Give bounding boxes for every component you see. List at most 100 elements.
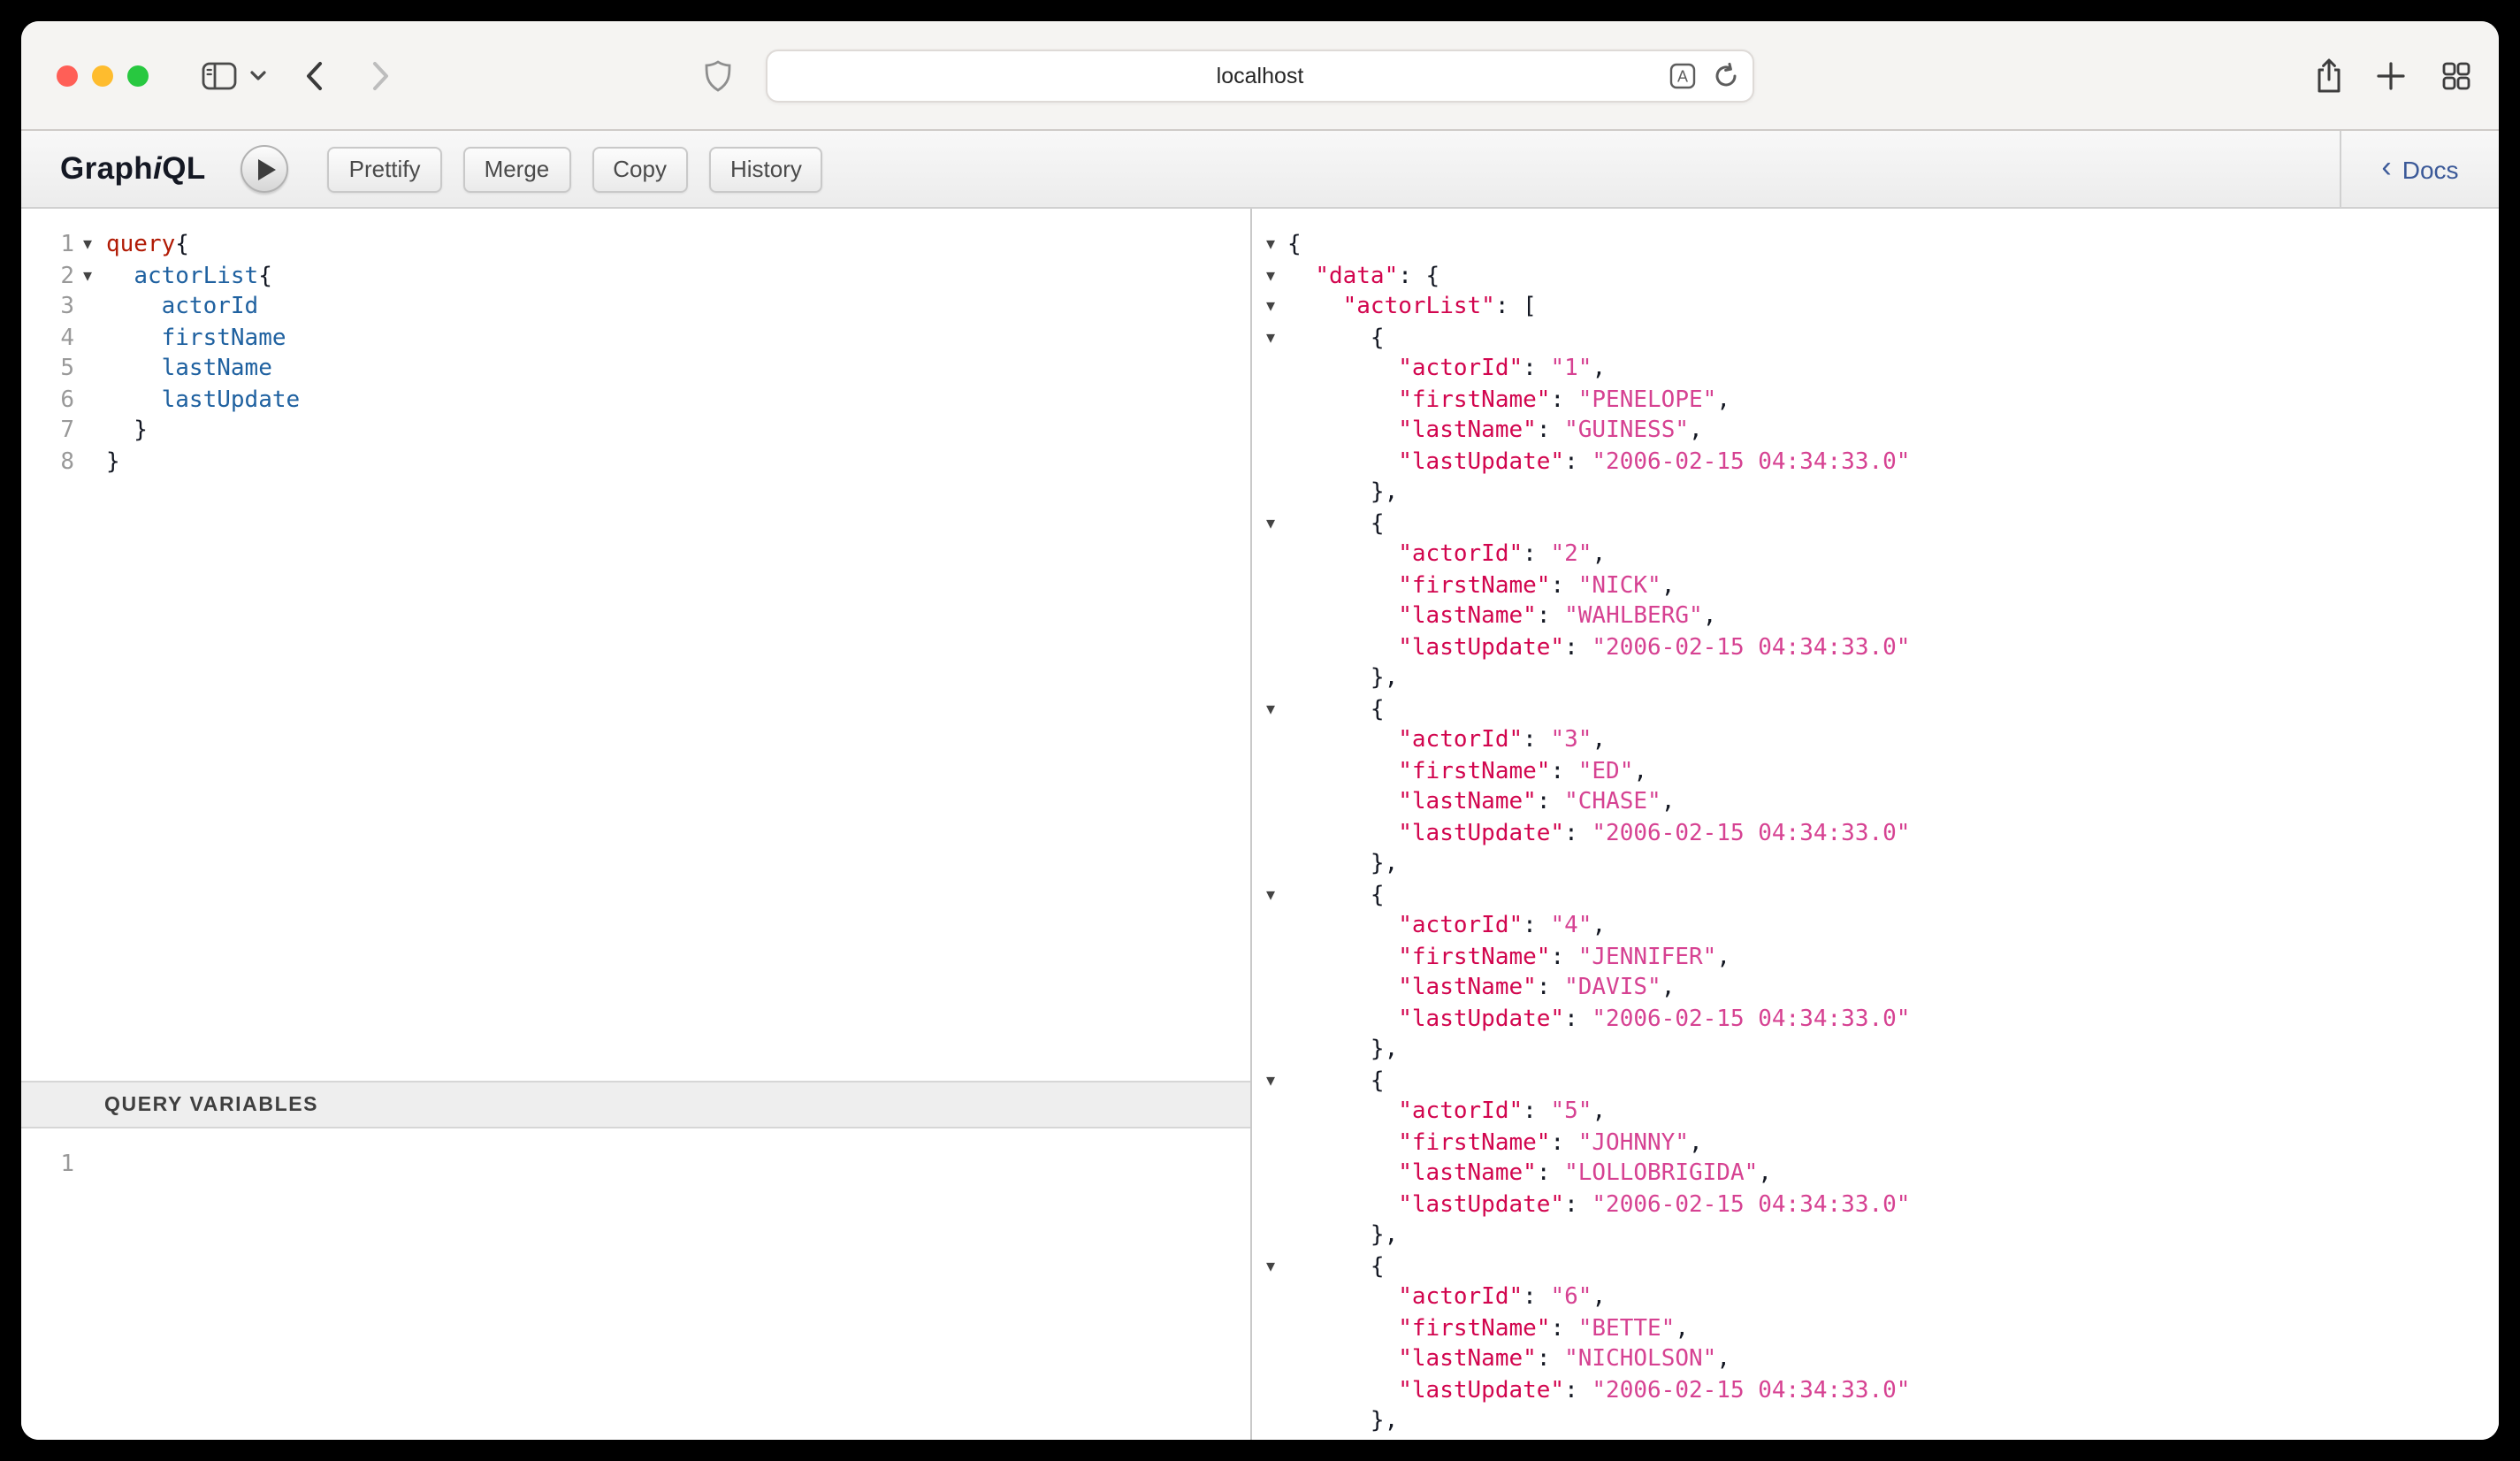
- fold-arrow-icon[interactable]: ▾: [1259, 509, 1282, 539]
- code-text: "lastUpdate": "2006-02-15 04:34:33.0": [1287, 1189, 1910, 1220]
- chevron-left-icon: ‹: [2381, 152, 2391, 182]
- fold-gutter-spacer: [1259, 570, 1282, 601]
- line-number: 1: [21, 1150, 74, 1181]
- copy-button[interactable]: Copy: [592, 146, 688, 192]
- window-controls: [57, 65, 149, 86]
- query-editor[interactable]: 1▾query{2▾ actorList{3 actorId4 firstNam…: [21, 209, 1250, 1081]
- code-text: "lastName": "DAVIS",: [1287, 973, 1675, 1004]
- code-line: },: [1252, 1406, 2499, 1437]
- execute-query-button[interactable]: [241, 145, 289, 193]
- chevron-down-icon: [249, 69, 267, 81]
- code-line: "actorId": "3",: [1252, 725, 2499, 756]
- fold-gutter-spacer: [1259, 1406, 1282, 1437]
- chevron-left-icon: [304, 59, 324, 91]
- code-line: 1: [21, 1150, 1250, 1181]
- code-line: "actorId": "1",: [1252, 354, 2499, 385]
- fold-arrow-icon[interactable]: ▾: [74, 230, 101, 261]
- fold-gutter-spacer: [1259, 818, 1282, 849]
- code-text: }: [106, 447, 120, 478]
- fold-arrow-icon[interactable]: ▾: [1259, 880, 1282, 911]
- code-text: },: [1287, 478, 1398, 509]
- code-line: 1▾query{: [21, 230, 1250, 261]
- code-text: {: [1287, 509, 1385, 539]
- code-text: lastName: [106, 354, 272, 385]
- fold-arrow-icon[interactable]: ▾: [1259, 230, 1282, 261]
- fold-gutter-spacer: [1259, 942, 1282, 973]
- fold-gutter-spacer: [1259, 447, 1282, 478]
- graphiql-toolbar: GraphiQL Prettify Merge Copy History ‹ D…: [21, 131, 2499, 209]
- code-line: "actorId": "6",: [1252, 1282, 2499, 1313]
- back-button[interactable]: [304, 59, 324, 91]
- merge-button[interactable]: Merge: [463, 146, 571, 192]
- fold-arrow-icon[interactable]: ▾: [1259, 1066, 1282, 1097]
- code-text: lastUpdate: [106, 385, 300, 416]
- fold-arrow-icon[interactable]: ▾: [1259, 323, 1282, 354]
- address-bar[interactable]: localhost A: [766, 50, 1754, 103]
- code-text: "lastName": "NICHOLSON",: [1287, 1344, 1730, 1375]
- fold-arrow-icon[interactable]: ▾: [1259, 292, 1282, 323]
- privacy-report-button[interactable]: [704, 58, 732, 92]
- new-tab-button[interactable]: [2375, 59, 2407, 91]
- query-variables-title: QUERY VARIABLES: [104, 1094, 318, 1115]
- code-text: "firstName": "JENNIFER",: [1287, 942, 1730, 973]
- code-line: "firstName": "NICK",: [1252, 570, 2499, 601]
- code-text: "actorId": "6",: [1287, 1282, 1606, 1313]
- translate-button[interactable]: A: [1669, 63, 1696, 89]
- fold-gutter-spacer: [1259, 973, 1282, 1004]
- sidebar-toggle-button[interactable]: [202, 61, 237, 89]
- code-line: },: [1252, 1220, 2499, 1251]
- browser-toolbar: localhost A: [21, 21, 2499, 131]
- share-button[interactable]: [2313, 56, 2345, 95]
- fold-gutter-spacer: [1259, 756, 1282, 787]
- fold-gutter-spacer: [1259, 1220, 1282, 1251]
- variables-editor-lines: 1: [21, 1150, 1250, 1181]
- line-number: 2: [21, 261, 74, 292]
- code-line: "lastName": "DAVIS",: [1252, 973, 2499, 1004]
- code-text: "firstName": "ED",: [1287, 756, 1647, 787]
- fold-arrow-icon[interactable]: ▾: [1259, 694, 1282, 725]
- result-pane[interactable]: ▾{▾ "data": {▾ "actorList": [▾ { "actorI…: [1250, 209, 2499, 1440]
- code-line: "lastUpdate": "2006-02-15 04:34:33.0": [1252, 447, 2499, 478]
- fold-arrow-icon[interactable]: ▾: [74, 261, 101, 292]
- new-tab-icon: [2375, 59, 2407, 91]
- fold-gutter-spacer: [74, 354, 101, 385]
- reload-button[interactable]: [1712, 62, 1740, 90]
- code-line: ▾ {: [1252, 509, 2499, 539]
- code-line: "firstName": "BETTE",: [1252, 1313, 2499, 1344]
- docs-button[interactable]: ‹ Docs: [2340, 131, 2499, 207]
- fold-arrow-icon[interactable]: ▾: [1259, 261, 1282, 292]
- history-button[interactable]: History: [709, 146, 823, 192]
- code-text: "lastName": "WAHLBERG",: [1287, 601, 1716, 632]
- code-line: 7 }: [21, 416, 1250, 447]
- code-line: },: [1252, 849, 2499, 880]
- fold-gutter-spacer: [1259, 849, 1282, 880]
- fold-gutter-spacer: [74, 385, 101, 416]
- code-line: 6 lastUpdate: [21, 385, 1250, 416]
- forward-button[interactable]: [371, 59, 391, 91]
- fold-arrow-icon[interactable]: ▾: [1259, 1251, 1282, 1282]
- fold-gutter-spacer: [1259, 911, 1282, 942]
- code-text: "lastName": "LOLLOBRIGIDA",: [1287, 1159, 1772, 1189]
- code-text: {: [1287, 1066, 1385, 1097]
- graphiql-logo: GraphiQL: [60, 150, 206, 187]
- code-line: "actorId": "4",: [1252, 911, 2499, 942]
- code-line: },: [1252, 1035, 2499, 1066]
- prettify-button[interactable]: Prettify: [328, 146, 442, 192]
- code-text: "lastName": "GUINESS",: [1287, 416, 1703, 447]
- tab-overview-button[interactable]: [2440, 59, 2472, 91]
- zoom-window-button[interactable]: [127, 65, 149, 86]
- close-window-button[interactable]: [57, 65, 78, 86]
- tab-group-menu-button[interactable]: [249, 69, 267, 81]
- fold-gutter-spacer: [74, 416, 101, 447]
- variables-editor[interactable]: 1: [21, 1128, 1250, 1440]
- code-text: {: [1287, 230, 1302, 261]
- code-text: "data": {: [1287, 261, 1439, 292]
- code-text: "lastUpdate": "2006-02-15 04:34:33.0": [1287, 632, 1910, 663]
- svg-text:A: A: [1677, 68, 1688, 86]
- fold-gutter-spacer: [74, 447, 101, 478]
- code-text: "firstName": "BETTE",: [1287, 1313, 1689, 1344]
- fold-gutter-spacer: [1259, 385, 1282, 416]
- query-variables-header[interactable]: QUERY VARIABLES: [21, 1081, 1250, 1128]
- minimize-window-button[interactable]: [92, 65, 113, 86]
- editor-pane: 1▾query{2▾ actorList{3 actorId4 firstNam…: [21, 209, 1250, 1440]
